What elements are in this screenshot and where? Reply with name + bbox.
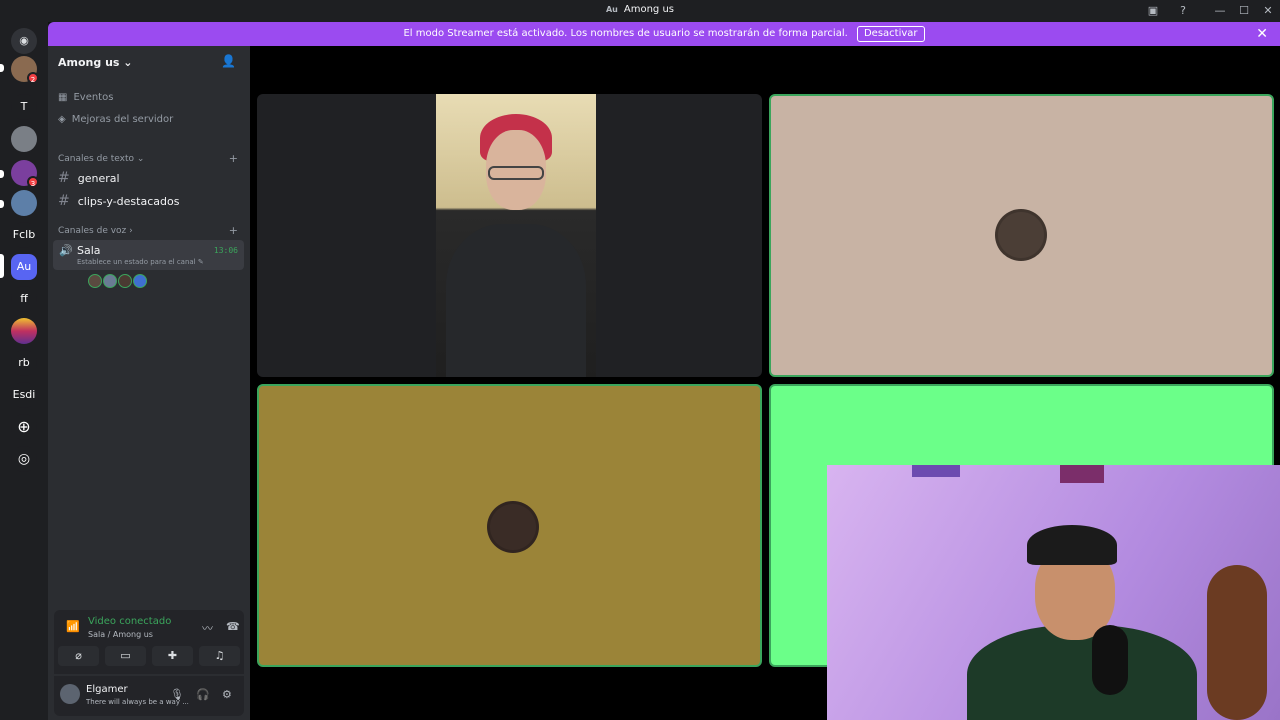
maximize-button[interactable]: ☐ [1232, 0, 1256, 22]
avatar[interactable] [133, 274, 147, 288]
guild-header[interactable]: Among us ⌄ 👤 [48, 46, 250, 78]
add-voice-channel-icon[interactable]: + [229, 224, 238, 237]
video-tile-camera[interactable] [257, 94, 762, 377]
channel-clips[interactable]: # clips-y-destacados [58, 193, 179, 209]
avatar[interactable] [103, 274, 117, 288]
server-icon[interactable]: ff [11, 286, 37, 312]
unread-pill [0, 200, 4, 208]
activities-icon[interactable]: ✚ [152, 646, 193, 666]
server-icon[interactable] [11, 190, 37, 216]
server-list: ◉ 2 T 3 Fclb Au ff rb Esdi ⊕ ◎ [0, 22, 48, 720]
calendar-icon: ▦ [58, 92, 68, 103]
camera-off-icon[interactable]: ⌀ [58, 646, 99, 666]
server-icon[interactable]: Fclb [11, 222, 37, 248]
voice-timer: 13:06 [213, 246, 238, 255]
settings-gear-icon[interactable]: ⚙ [222, 688, 232, 701]
title-bar: Au Among us ▣ ? — ☐ ✕ [0, 0, 1280, 22]
headphones-icon[interactable]: 🎧 [196, 688, 210, 701]
voice-participants [88, 274, 148, 288]
soundboard-icon[interactable]: ♫ [199, 646, 240, 666]
unread-pill [0, 64, 4, 72]
username[interactable]: Elgamer [86, 684, 128, 695]
hash-icon: # [58, 193, 70, 209]
voice-channel-name: Sala [77, 244, 101, 257]
voice-channel-status[interactable]: Establece un estado para el canal ✎ [77, 258, 204, 266]
help-icon[interactable]: ? [1176, 4, 1190, 18]
hash-icon: # [58, 170, 70, 186]
selected-pill [0, 254, 4, 278]
server-icon[interactable] [11, 318, 37, 344]
server-icon[interactable]: rb [11, 350, 37, 376]
close-window-button[interactable]: ✕ [1256, 0, 1280, 22]
unread-pill [0, 170, 4, 178]
avatar [995, 209, 1047, 261]
server-icon[interactable] [11, 126, 37, 152]
user-panel: Elgamer There will always be a way ... 🎙… [54, 676, 244, 716]
streamer-mode-message: El modo Streamer está activado. Los nomb… [403, 28, 848, 39]
video-tile-beige[interactable] [769, 94, 1274, 377]
microphone [1092, 625, 1128, 695]
minimize-button[interactable]: — [1208, 0, 1232, 22]
server-icon[interactable]: 3 [11, 160, 39, 188]
guild-name: Among us ⌄ [58, 56, 133, 69]
screen-share-icon[interactable]: ▭ [105, 646, 146, 666]
discover-icon[interactable]: ◎ [11, 446, 37, 472]
voice-channel-sala[interactable]: 🔊 Sala Establece un estado para el canal… [53, 240, 244, 270]
window-title: Au Among us [605, 4, 674, 15]
boosts-item[interactable]: ◈ Mejoras del servidor [58, 114, 173, 125]
server-icon[interactable]: T [11, 94, 37, 120]
text-category[interactable]: Canales de texto ⌄ [58, 154, 144, 164]
disconnect-icon[interactable]: ☎ [226, 620, 240, 633]
server-icon[interactable]: 2 [11, 56, 39, 84]
avatar[interactable] [60, 684, 80, 704]
invite-icon[interactable]: 👤 [221, 54, 236, 68]
speaker-icon: 🔊 [59, 244, 73, 257]
close-banner-icon[interactable]: ✕ [1256, 22, 1268, 46]
rtc-actions: ⌀ ▭ ✚ ♫ [54, 644, 244, 670]
avatar [487, 501, 539, 553]
boost-icon: ◈ [58, 114, 66, 125]
deactivate-button[interactable]: Desactivar [856, 26, 925, 42]
voice-category[interactable]: Canales de voz › [58, 226, 133, 236]
discord-home-icon[interactable]: ◉ [11, 28, 37, 54]
add-server-icon[interactable]: ⊕ [11, 414, 37, 440]
add-text-channel-icon[interactable]: + [229, 152, 238, 165]
participant-camera-feed [436, 94, 596, 377]
streamer-webcam-overlay [827, 465, 1280, 720]
avatar[interactable] [88, 274, 102, 288]
server-icon[interactable]: Esdi [11, 382, 37, 408]
inbox-icon[interactable]: ▣ [1146, 4, 1160, 18]
rtc-status: Video conectado [88, 616, 172, 627]
channel-sidebar: Among us ⌄ 👤 ▦ Eventos ◈ Mejoras del servi… [48, 46, 250, 720]
noise-suppression-icon[interactable]: 〰 [202, 620, 213, 636]
events-item[interactable]: ▦ Eventos [58, 92, 113, 103]
streamer-mode-banner: El modo Streamer está activado. Los nomb… [48, 22, 1280, 46]
rtc-location[interactable]: Sala / Among us [88, 630, 153, 639]
server-icon-active[interactable]: Au [11, 254, 37, 280]
guitar [1207, 565, 1267, 720]
window-controls: — ☐ ✕ [1208, 0, 1280, 22]
microphone-icon[interactable]: 🎙 [170, 688, 184, 701]
video-tile-olive[interactable] [257, 384, 762, 667]
avatar[interactable] [118, 274, 132, 288]
signal-icon[interactable]: 📶 [66, 620, 80, 633]
server-mini-icon: Au [605, 5, 618, 14]
channel-general[interactable]: # general [58, 170, 120, 186]
